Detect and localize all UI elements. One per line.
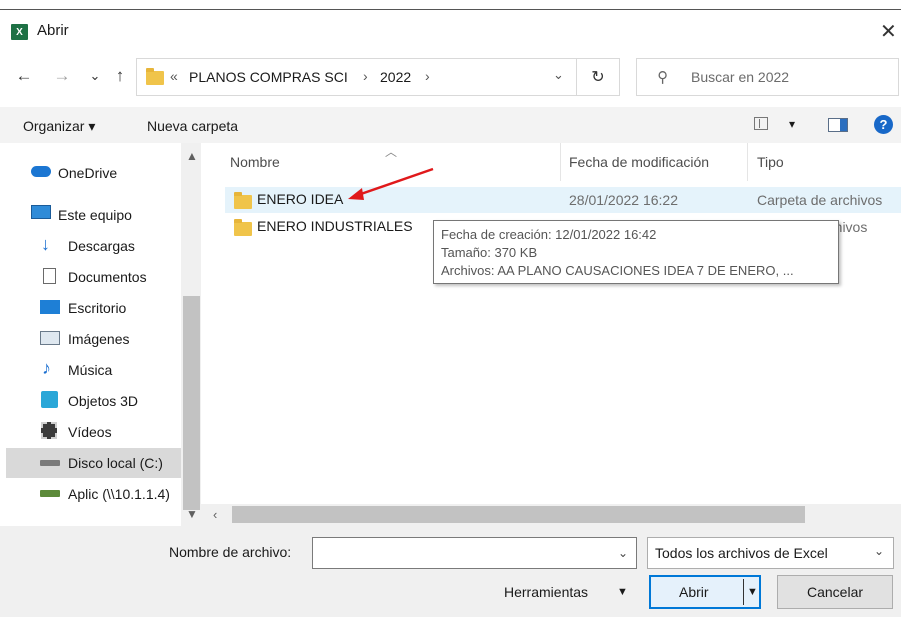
refresh-icon: ↻	[591, 69, 605, 86]
sidebar-item-label: Documentos	[68, 269, 147, 285]
new-folder-button[interactable]: Nueva carpeta	[147, 118, 238, 134]
sidebar-item-descargas[interactable]: ↓ Descargas	[0, 231, 181, 261]
split-divider	[743, 579, 744, 605]
file-type-filter[interactable]: Todos los archivos de Excel ⌄	[647, 537, 894, 569]
scroll-left-icon[interactable]: ‹	[213, 507, 217, 522]
view-dropdown-icon[interactable]: ▾	[789, 117, 795, 131]
breadcrumb-item[interactable]: 2022	[380, 69, 411, 85]
tools-dropdown-icon[interactable]: ▼	[617, 586, 628, 598]
navigation-pane: OneDrive Este equipo ↓ Descargas Documen…	[0, 143, 201, 526]
sidebar-item-label: Aplic (\\10.1.1.4)	[68, 486, 170, 502]
tooltip-files: Archivos: AA PLANO CAUSACIONES IDEA 7 DE…	[441, 263, 794, 278]
filename-label: Nombre de archivo:	[169, 544, 292, 560]
sidebar-item-label: Disco local (C:)	[68, 455, 163, 471]
close-icon[interactable]: ✕	[880, 19, 897, 44]
view-options-icon[interactable]	[754, 117, 768, 130]
sort-ascending-icon: ︿	[385, 145, 398, 159]
folder-icon	[234, 192, 252, 209]
sidebar-item-label: Vídeos	[68, 424, 112, 440]
cloud-icon	[31, 166, 51, 177]
help-icon[interactable]: ?	[874, 115, 893, 134]
cancel-button-label: Cancelar	[806, 584, 864, 600]
annotation-arrow	[348, 167, 434, 200]
sidebar-item-este-equipo[interactable]: Este equipo	[0, 200, 181, 230]
computer-icon	[31, 205, 51, 219]
images-icon	[40, 331, 60, 345]
column-header-modified[interactable]: Fecha de modificación	[569, 154, 709, 170]
search-icon: ⚲	[657, 69, 668, 86]
filename-field[interactable]: ⌄	[312, 537, 637, 569]
tooltip: Fecha de creación: 12/01/2022 16:42 Tama…	[433, 220, 839, 284]
column-header-type[interactable]: Tipo	[757, 154, 784, 170]
recent-locations-icon[interactable]: ⌄	[85, 64, 105, 88]
sidebar-item-videos[interactable]: Vídeos	[0, 417, 181, 447]
sidebar-item-label: Descargas	[68, 238, 135, 254]
sidebar-item-label: Escritorio	[68, 300, 127, 316]
drive-icon	[40, 460, 60, 466]
sidebar-item-documentos[interactable]: Documentos	[0, 262, 181, 292]
breadcrumb-item[interactable]: PLANOS COMPRAS SCI	[189, 69, 348, 85]
back-arrow-icon[interactable]: ←	[14, 64, 34, 88]
open-button[interactable]: Abrir ▼	[649, 575, 761, 609]
sidebar-item-escritorio[interactable]: Escritorio	[0, 293, 181, 323]
search-input[interactable]: ⚲ Buscar en 2022	[636, 58, 899, 96]
horizontal-scrollbar-thumb[interactable]	[232, 506, 805, 523]
breadcrumb-separator[interactable]: ›	[363, 68, 368, 84]
sidebar-item-label: Objetos 3D	[68, 393, 139, 409]
column-divider[interactable]	[560, 143, 561, 181]
file-name: ENERO IDEA	[257, 191, 344, 207]
address-bar[interactable]: « PLANOS COMPRAS SCI › 2022 › ⌄	[136, 58, 577, 96]
objects-3d-icon	[41, 391, 58, 408]
chevron-down-icon[interactable]: ⌄	[874, 544, 884, 558]
folder-icon	[234, 219, 252, 236]
folder-icon	[146, 68, 164, 85]
file-name: ENERO INDUSTRIALES	[257, 218, 413, 234]
sidebar-item-disco-local[interactable]: Disco local (C:)	[6, 448, 181, 478]
breadcrumb-separator[interactable]: ›	[425, 68, 430, 84]
document-icon	[43, 268, 56, 284]
sidebar-item-objetos-3d[interactable]: Objetos 3D	[0, 386, 181, 416]
filter-value: Todos los archivos de Excel	[655, 545, 828, 561]
file-modified: 28/01/2022 16:22	[569, 192, 678, 208]
open-button-label: Abrir	[679, 584, 709, 600]
file-row[interactable]: ENERO IDEA 28/01/2022 16:22 Carpeta de a…	[225, 187, 901, 213]
sidebar-item-label: Imágenes	[68, 331, 130, 347]
up-arrow-icon[interactable]: ↑	[110, 64, 130, 88]
sidebar-item-onedrive[interactable]: OneDrive	[0, 158, 181, 188]
breadcrumb-overflow[interactable]: «	[170, 68, 178, 84]
sidebar-item-label: Música	[68, 362, 113, 378]
command-bar: Organizar ▾ Nueva carpeta ▾ ?	[0, 107, 901, 143]
file-type: Carpeta de archivos	[757, 192, 883, 208]
column-header-name[interactable]: Nombre	[230, 154, 280, 170]
tools-button[interactable]: Herramientas	[504, 584, 588, 600]
open-dropdown-icon[interactable]: ▼	[747, 586, 758, 598]
scroll-up-icon[interactable]: ▲	[186, 149, 198, 163]
sidebar-item-label: Este equipo	[58, 207, 132, 223]
tooltip-size: Tamaño: 370 KB	[441, 245, 538, 260]
preview-pane-icon[interactable]	[828, 118, 848, 132]
video-icon	[41, 422, 57, 439]
chevron-down-icon[interactable]: ⌄	[618, 546, 628, 560]
window-title: Abrir	[37, 22, 69, 39]
tooltip-created: Fecha de creación: 12/01/2022 16:42	[441, 227, 657, 242]
excel-icon: X	[11, 24, 28, 40]
cancel-button[interactable]: Cancelar	[777, 575, 893, 609]
search-placeholder: Buscar en 2022	[691, 69, 790, 85]
desktop-icon	[40, 300, 60, 314]
network-drive-icon	[40, 490, 60, 497]
column-divider[interactable]	[747, 143, 748, 181]
sidebar-item-label: OneDrive	[58, 165, 118, 181]
window-top-border	[0, 9, 901, 10]
filename-input[interactable]	[313, 538, 608, 568]
sidebar-item-musica[interactable]: ♪ Música	[0, 355, 181, 385]
sidebar-item-imagenes[interactable]: Imágenes	[0, 324, 181, 354]
download-icon: ↓	[41, 234, 50, 254]
address-dropdown-icon[interactable]: ⌄	[553, 67, 564, 83]
music-icon: ♪	[42, 358, 51, 378]
sidebar-item-aplic[interactable]: Aplic (\\10.1.1.4)	[0, 479, 181, 509]
organize-button[interactable]: Organizar ▾	[23, 118, 95, 135]
sidebar-scrollbar-thumb[interactable]	[183, 296, 200, 510]
forward-arrow-icon[interactable]: →	[52, 64, 72, 88]
refresh-button[interactable]: ↻	[577, 58, 620, 96]
